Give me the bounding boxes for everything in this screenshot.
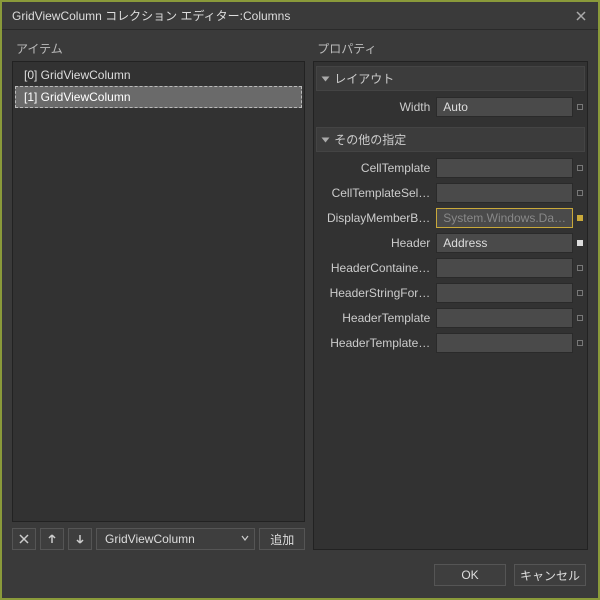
prop-width: Width Auto	[316, 95, 585, 119]
move-down-button[interactable]	[68, 528, 92, 550]
prop-marker[interactable]	[575, 104, 585, 110]
remove-item-button[interactable]	[12, 528, 36, 550]
add-item-button[interactable]: 追加	[259, 528, 305, 550]
group-layout-header[interactable]: レイアウト	[316, 66, 585, 91]
prop-marker[interactable]	[575, 240, 585, 246]
prop-celltemplate: CellTemplate	[316, 156, 585, 180]
prop-label: Header	[316, 236, 436, 250]
prop-label: HeaderStringFor…	[316, 286, 436, 300]
prop-celltemplateselector: CellTemplateSel…	[316, 181, 585, 205]
prop-value[interactable]	[436, 158, 573, 178]
dropdown-value: GridViewColumn	[105, 532, 195, 546]
arrow-down-icon	[75, 534, 85, 544]
items-listbox[interactable]: [0] GridViewColumn [1] GridViewColumn	[12, 61, 305, 522]
prop-marker[interactable]	[575, 165, 585, 171]
item-tools: GridViewColumn 追加	[12, 528, 305, 550]
prop-label: HeaderTemplate	[316, 311, 436, 325]
ok-button[interactable]: OK	[434, 564, 506, 586]
move-up-button[interactable]	[40, 528, 64, 550]
prop-displaymemberbinding: DisplayMemberB… System.Windows.Da…	[316, 206, 585, 230]
prop-label: CellTemplateSel…	[316, 186, 436, 200]
prop-label: HeaderTemplate…	[316, 336, 436, 350]
prop-value[interactable]	[436, 308, 573, 328]
prop-value[interactable]	[436, 258, 573, 278]
property-grid: レイアウト Width Auto その他の指定 CellTemplate	[313, 61, 588, 550]
properties-label: プロパティ	[317, 40, 588, 57]
window-title: GridViewColumn コレクション エディター:Columns	[12, 7, 572, 24]
x-icon	[19, 534, 29, 544]
prop-label: DisplayMemberB…	[316, 211, 436, 225]
prop-label: HeaderContaine…	[316, 261, 436, 275]
group-title: レイアウト	[334, 70, 394, 87]
item-type-dropdown[interactable]: GridViewColumn	[96, 528, 255, 550]
group-other-header[interactable]: その他の指定	[316, 127, 585, 152]
prop-value[interactable]: System.Windows.Da…	[436, 208, 573, 228]
prop-headerstringformat: HeaderStringFor…	[316, 281, 585, 305]
prop-headercontainerstyle: HeaderContaine…	[316, 256, 585, 280]
prop-value[interactable]	[436, 333, 573, 353]
expand-icon	[322, 137, 330, 142]
close-button[interactable]	[572, 7, 590, 25]
prop-value[interactable]	[436, 283, 573, 303]
prop-value[interactable]	[436, 183, 573, 203]
prop-label: CellTemplate	[316, 161, 436, 175]
items-pane: アイテム [0] GridViewColumn [1] GridViewColu…	[12, 40, 305, 550]
items-label: アイテム	[16, 40, 305, 57]
prop-headertemplateselector: HeaderTemplate…	[316, 331, 585, 355]
list-item[interactable]: [0] GridViewColumn	[15, 64, 302, 86]
prop-marker[interactable]	[575, 190, 585, 196]
prop-headertemplate: HeaderTemplate	[316, 306, 585, 330]
prop-value[interactable]: Address	[436, 233, 573, 253]
prop-label: Width	[316, 100, 436, 114]
dialog-footer: OK キャンセル	[2, 554, 598, 598]
list-item[interactable]: [1] GridViewColumn	[15, 86, 302, 108]
prop-marker[interactable]	[575, 215, 585, 221]
prop-marker[interactable]	[575, 340, 585, 346]
cancel-button[interactable]: キャンセル	[514, 564, 586, 586]
close-icon	[576, 11, 586, 21]
titlebar: GridViewColumn コレクション エディター:Columns	[2, 2, 598, 30]
content-area: アイテム [0] GridViewColumn [1] GridViewColu…	[2, 30, 598, 554]
expand-icon	[322, 76, 330, 81]
properties-pane: プロパティ レイアウト Width Auto その他の指定 CellTempla…	[313, 40, 588, 550]
prop-value[interactable]: Auto	[436, 97, 573, 117]
prop-header: Header Address	[316, 231, 585, 255]
arrow-up-icon	[47, 534, 57, 544]
collection-editor-window: GridViewColumn コレクション エディター:Columns アイテム…	[2, 2, 598, 598]
prop-marker[interactable]	[575, 290, 585, 296]
prop-marker[interactable]	[575, 315, 585, 321]
group-title: その他の指定	[334, 131, 406, 148]
prop-marker[interactable]	[575, 265, 585, 271]
chevron-down-icon	[240, 532, 250, 546]
